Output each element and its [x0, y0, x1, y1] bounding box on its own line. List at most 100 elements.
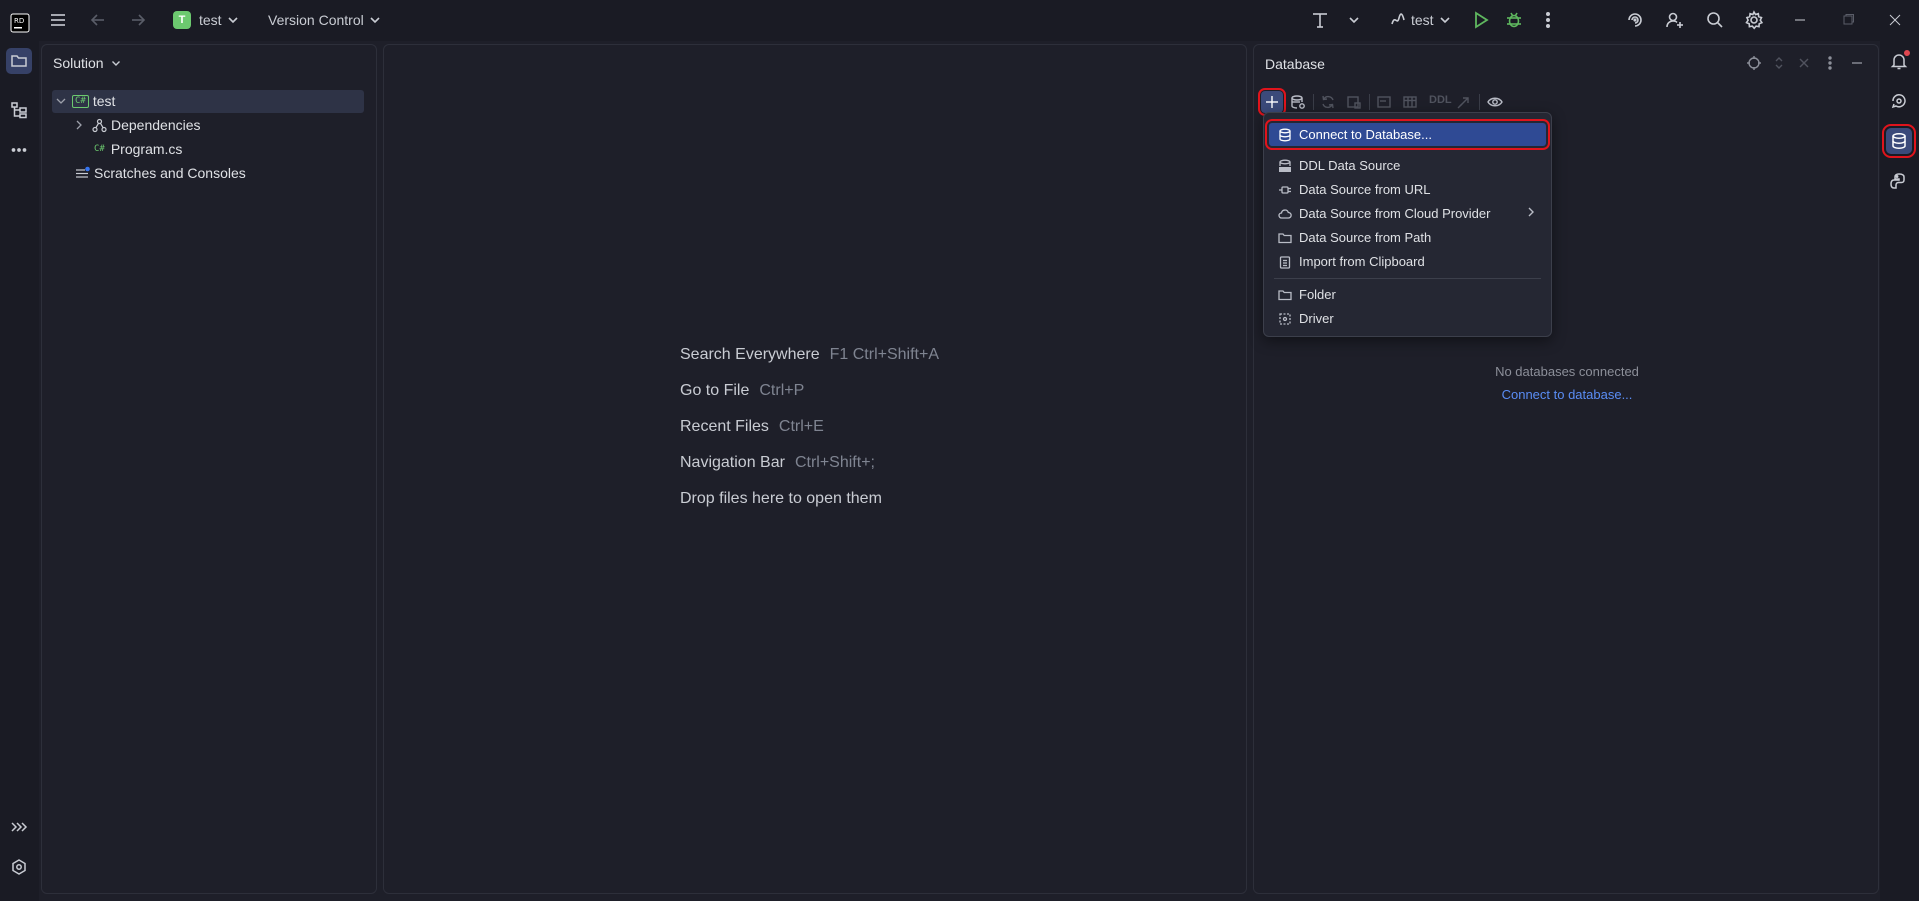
stop-icon[interactable] [1343, 91, 1365, 113]
project-badge: T [173, 11, 191, 29]
more-vertical-icon[interactable] [1822, 55, 1838, 71]
menu-item-data-source-from-url[interactable]: Data Source from URL [1269, 178, 1546, 201]
csharp-project-icon: C# [72, 94, 89, 108]
hint-navigation-bar: Navigation Bar Ctrl+Shift+; [680, 454, 875, 472]
menu-item-ddl-data-source[interactable]: DDL Data Source [1269, 154, 1546, 177]
notification-badge [1904, 50, 1910, 56]
chevron-right-icon[interactable] [72, 118, 86, 132]
database-icon[interactable] [1882, 124, 1916, 158]
menu-item-folder[interactable]: Folder [1269, 283, 1546, 306]
dependencies-icon [92, 118, 107, 132]
ai-chat-icon[interactable] [1886, 88, 1912, 114]
menu-item-label: Folder [1299, 287, 1336, 302]
driver-icon [1277, 311, 1293, 327]
toolbar-separator [1369, 94, 1370, 110]
menu-item-data-source-from-path[interactable]: Data Source from Path [1269, 226, 1546, 249]
hint-recent-files: Recent Files Ctrl+E [680, 418, 824, 436]
tree-item-scratches[interactable]: Scratches and Consoles [75, 162, 246, 184]
left-tool-strip [0, 41, 39, 901]
solution-title-label: Solution [53, 55, 104, 71]
run-config-icon [1391, 13, 1405, 25]
data-source-properties-icon[interactable] [1287, 91, 1309, 113]
plug-icon [1277, 182, 1293, 198]
restore-icon[interactable] [1840, 6, 1856, 34]
hint-label: Go to File [680, 382, 750, 399]
eye-icon[interactable] [1484, 91, 1506, 113]
menu-item-label: Connect to Database... [1299, 127, 1432, 142]
tree-item-test[interactable]: C# test [54, 90, 115, 112]
app-logo-icon[interactable]: RD [10, 9, 30, 37]
version-control-menu[interactable]: Version Control [268, 6, 382, 34]
minimize-icon[interactable] [1792, 6, 1808, 34]
hide-panel-icon[interactable] [1849, 55, 1865, 71]
project-selector[interactable]: T test [173, 6, 240, 34]
version-control-label: Version Control [268, 12, 364, 28]
tree-item-label: Scratches and Consoles [94, 165, 246, 181]
tree-item-label: Dependencies [111, 117, 201, 133]
search-icon[interactable] [1705, 6, 1725, 34]
forward-arrow-icon[interactable] [128, 6, 148, 34]
expand-icon[interactable] [6, 814, 32, 840]
chevron-down-icon [111, 61, 120, 66]
services-icon[interactable] [6, 854, 32, 880]
folder-icon[interactable] [6, 48, 32, 74]
menu-item-label: DDL Data Source [1299, 158, 1401, 173]
add-user-icon[interactable] [1665, 6, 1685, 34]
solution-title[interactable]: Solution [53, 55, 122, 71]
text-tool-icon[interactable] [1310, 6, 1330, 34]
gear-icon[interactable] [1744, 6, 1764, 34]
run-config-name: test [1411, 12, 1434, 28]
ddl-button[interactable]: DDL [1429, 94, 1452, 106]
csharp-file-icon: C# [94, 144, 105, 154]
edit-source-icon[interactable] [1373, 91, 1395, 113]
python-icon[interactable] [1886, 168, 1912, 194]
collapse-all-icon[interactable] [1796, 55, 1812, 71]
run-icon[interactable] [1471, 6, 1491, 34]
chevron-down-icon[interactable] [54, 94, 68, 108]
jump-to-editor-icon[interactable] [1453, 91, 1475, 113]
editor-empty-area: Search Everywhere F1 Ctrl+Shift+A Go to F… [383, 44, 1247, 894]
ddl-icon [1277, 158, 1293, 174]
menu-item-driver[interactable]: Driver [1269, 307, 1546, 330]
run-configuration-selector[interactable]: test [1390, 6, 1452, 34]
menu-item-label: Data Source from Cloud Provider [1299, 206, 1491, 221]
close-icon[interactable] [1887, 6, 1903, 34]
scratches-icon [76, 166, 90, 178]
back-arrow-icon[interactable] [88, 6, 108, 34]
tree-item-label: test [92, 93, 116, 109]
table-icon[interactable] [1399, 91, 1421, 113]
chevron-down-icon[interactable] [1347, 6, 1361, 34]
hint-label: Navigation Bar [680, 454, 785, 471]
structure-icon[interactable] [6, 97, 32, 123]
title-bar: RD T test Version Control test [0, 0, 1919, 41]
hint-label: Recent Files [680, 418, 769, 435]
ai-assistant-icon[interactable] [1625, 6, 1645, 34]
hamburger-menu-icon[interactable] [48, 6, 68, 34]
debug-icon[interactable] [1504, 6, 1524, 34]
add-data-source-menu: Connect to Database... DDL Data Source D… [1263, 112, 1552, 337]
clipboard-icon [1277, 254, 1293, 270]
hint-drop-files: Drop files here to open them [680, 490, 882, 508]
more-horizontal-icon[interactable] [6, 137, 32, 163]
add-icon[interactable] [1258, 88, 1286, 116]
expand-collapse-icon[interactable] [1771, 55, 1787, 71]
notifications-icon[interactable] [1886, 48, 1912, 74]
locate-icon[interactable] [1746, 55, 1762, 71]
menu-item-data-source-from-cloud[interactable]: Data Source from Cloud Provider [1269, 202, 1546, 225]
hint-label: Search Everywhere [680, 346, 820, 363]
refresh-icon[interactable] [1317, 91, 1339, 113]
tree-item-program-cs[interactable]: C# Program.cs [94, 138, 182, 160]
solution-panel: Solution C# test Dependencies C# Program… [41, 44, 377, 894]
menu-item-label: Data Source from URL [1299, 182, 1431, 197]
tree-item-dependencies[interactable]: Dependencies [72, 114, 201, 136]
connect-to-database-link[interactable]: Connect to database... [1254, 387, 1880, 402]
menu-item-import-from-clipboard[interactable]: Import from Clipboard [1269, 250, 1546, 273]
more-vertical-icon[interactable] [1538, 6, 1558, 34]
menu-item-connect-to-database[interactable]: Connect to Database... [1265, 119, 1550, 150]
hint-shortcut: Ctrl+E [778, 418, 824, 435]
cloud-icon [1277, 206, 1293, 222]
menu-item-label: Import from Clipboard [1299, 254, 1425, 269]
hint-shortcut: Ctrl+Shift+; [794, 454, 875, 471]
hint-shortcut: Ctrl+P [759, 382, 805, 399]
menu-item-label: Data Source from Path [1299, 230, 1432, 245]
